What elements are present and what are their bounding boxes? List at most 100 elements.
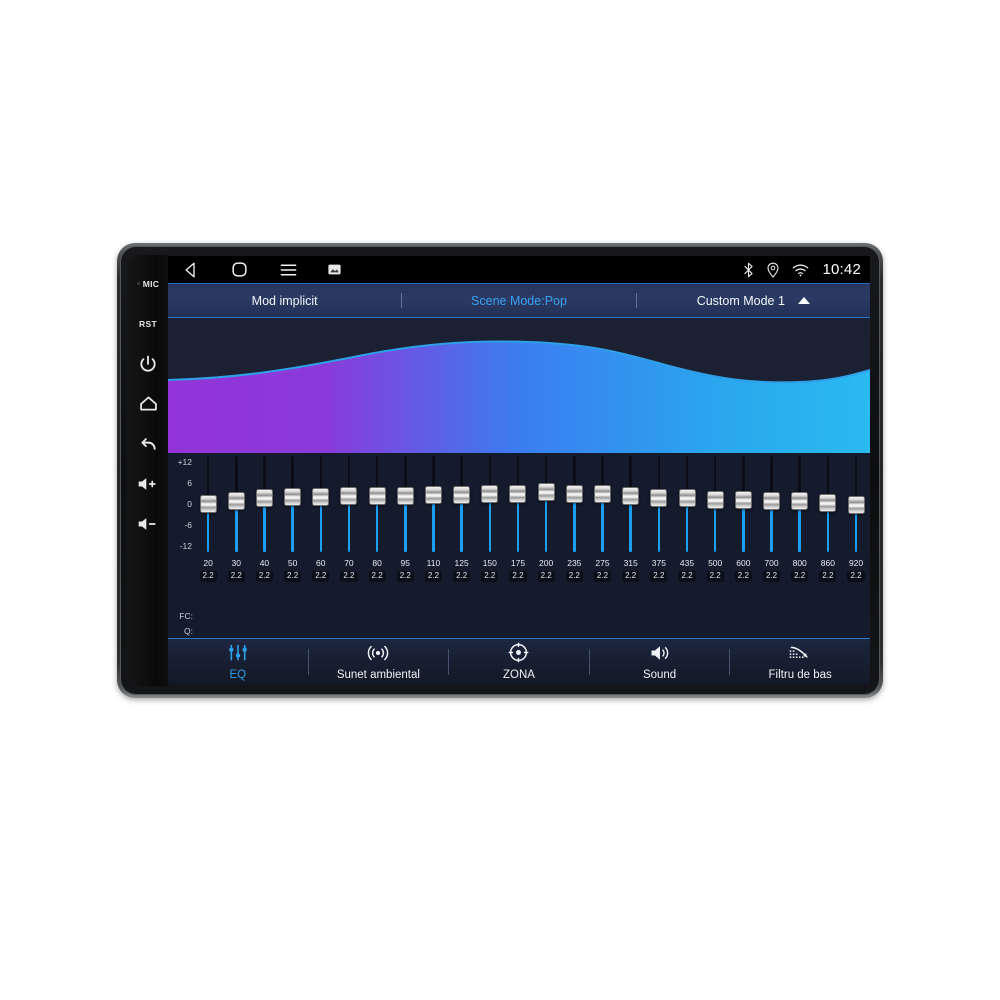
tab-sunet-ambiental[interactable]: Sunet ambiental bbox=[309, 639, 449, 685]
slider-thumb[interactable] bbox=[537, 483, 555, 502]
band-slider[interactable] bbox=[701, 453, 729, 555]
equalizer-band[interactable]: 30 2.2 bbox=[222, 453, 250, 638]
slider-thumb[interactable] bbox=[340, 487, 358, 506]
slider-thumb[interactable] bbox=[424, 485, 442, 504]
equalizer-band[interactable]: 800 2.2 bbox=[786, 453, 814, 638]
band-q-value[interactable]: 2.2 bbox=[255, 570, 273, 582]
band-q-value[interactable]: 2.2 bbox=[509, 570, 527, 582]
band-slider[interactable] bbox=[307, 453, 335, 555]
power-key[interactable] bbox=[128, 345, 168, 382]
equalizer-band[interactable]: 95 2.2 bbox=[391, 453, 419, 638]
custom-mode-button[interactable]: Custom Mode 1 bbox=[637, 294, 870, 308]
equalizer-band[interactable]: 860 2.2 bbox=[814, 453, 842, 638]
band-q-value[interactable]: 2.2 bbox=[424, 570, 443, 582]
band-slider[interactable] bbox=[729, 453, 757, 555]
band-q-value[interactable]: 2.2 bbox=[199, 570, 217, 582]
slider-thumb[interactable] bbox=[847, 496, 865, 515]
slider-thumb[interactable] bbox=[312, 488, 330, 506]
equalizer-band[interactable]: 80 2.2 bbox=[363, 453, 391, 638]
band-q-value[interactable]: 2.2 bbox=[453, 570, 471, 582]
band-q-value[interactable]: 2.2 bbox=[678, 570, 696, 582]
equalizer-band[interactable]: 110 2.2 bbox=[419, 453, 447, 638]
band-q-value[interactable]: 2.2 bbox=[312, 570, 330, 582]
slider-thumb[interactable] bbox=[565, 484, 583, 503]
band-slider[interactable] bbox=[673, 453, 701, 555]
band-slider[interactable] bbox=[560, 453, 588, 555]
slider-thumb[interactable] bbox=[509, 484, 527, 503]
band-slider[interactable] bbox=[448, 453, 476, 555]
equalizer-band[interactable]: 40 2.2 bbox=[250, 453, 278, 638]
slider-thumb[interactable] bbox=[763, 491, 781, 510]
band-slider[interactable] bbox=[842, 453, 870, 555]
band-slider[interactable] bbox=[476, 453, 504, 555]
band-slider[interactable] bbox=[814, 453, 842, 555]
band-q-value[interactable]: 2.2 bbox=[650, 570, 668, 582]
back-key[interactable] bbox=[128, 425, 168, 462]
back-icon[interactable] bbox=[182, 261, 200, 279]
band-slider[interactable] bbox=[419, 453, 447, 555]
band-q-value[interactable]: 2.2 bbox=[593, 570, 612, 582]
home-key[interactable] bbox=[128, 385, 168, 422]
band-slider[interactable] bbox=[222, 453, 250, 555]
slider-thumb[interactable] bbox=[622, 487, 640, 506]
slider-thumb[interactable] bbox=[199, 495, 217, 513]
tab-zona[interactable]: ZONA bbox=[449, 639, 589, 685]
band-q-value[interactable]: 2.2 bbox=[227, 570, 245, 582]
tab-eq[interactable]: EQ bbox=[168, 639, 308, 685]
equalizer-band[interactable]: 200 2.2 bbox=[532, 453, 560, 638]
equalizer-band[interactable]: 600 2.2 bbox=[729, 453, 757, 638]
band-slider[interactable] bbox=[279, 453, 307, 555]
band-slider[interactable] bbox=[250, 453, 278, 555]
band-q-value[interactable]: 2.2 bbox=[284, 570, 302, 582]
reset-key[interactable]: RST bbox=[128, 305, 168, 342]
equalizer-band[interactable]: 235 2.2 bbox=[560, 453, 588, 638]
slider-thumb[interactable] bbox=[453, 485, 471, 504]
tab-filtru-de-bas[interactable]: Filtru de bas bbox=[730, 639, 870, 685]
tab-sound[interactable]: Sound bbox=[590, 639, 730, 685]
band-slider[interactable] bbox=[757, 453, 785, 555]
equalizer-band[interactable]: 315 2.2 bbox=[617, 453, 645, 638]
band-q-value[interactable]: 2.2 bbox=[481, 570, 499, 582]
equalizer-band[interactable]: 435 2.2 bbox=[673, 453, 701, 638]
equalizer-band[interactable]: 175 2.2 bbox=[504, 453, 532, 638]
band-q-value[interactable]: 2.2 bbox=[565, 570, 583, 582]
equalizer-band[interactable]: 70 2.2 bbox=[335, 453, 363, 638]
slider-thumb[interactable] bbox=[396, 487, 414, 506]
slider-thumb[interactable] bbox=[734, 490, 752, 509]
slider-thumb[interactable] bbox=[255, 489, 273, 508]
slider-thumb[interactable] bbox=[678, 489, 696, 508]
band-slider[interactable] bbox=[786, 453, 814, 555]
triangle-up-icon[interactable] bbox=[797, 297, 810, 304]
equalizer-band[interactable]: 150 2.2 bbox=[476, 453, 504, 638]
band-q-value[interactable]: 2.2 bbox=[734, 570, 752, 582]
band-slider[interactable] bbox=[504, 453, 532, 555]
scene-mode-button[interactable]: Scene Mode:Pop bbox=[402, 294, 635, 308]
equalizer-band[interactable]: 920 2.2 bbox=[842, 453, 870, 638]
slider-thumb[interactable] bbox=[227, 491, 245, 510]
band-slider[interactable] bbox=[363, 453, 391, 555]
band-slider[interactable] bbox=[194, 453, 222, 555]
equalizer-band[interactable]: 20 2.2 bbox=[194, 453, 222, 638]
band-q-value[interactable]: 2.2 bbox=[762, 570, 781, 582]
menu-icon[interactable] bbox=[279, 262, 298, 278]
band-q-value[interactable]: 2.2 bbox=[340, 570, 358, 582]
equalizer-band[interactable]: 50 2.2 bbox=[279, 453, 307, 638]
equalizer-band[interactable]: 375 2.2 bbox=[645, 453, 673, 638]
slider-thumb[interactable] bbox=[368, 486, 386, 505]
band-slider[interactable] bbox=[645, 453, 673, 555]
band-q-value[interactable]: 2.2 bbox=[847, 570, 865, 582]
equalizer-band[interactable]: 700 2.2 bbox=[757, 453, 785, 638]
slider-thumb[interactable] bbox=[791, 491, 809, 510]
band-q-value[interactable]: 2.2 bbox=[622, 570, 640, 582]
band-q-value[interactable]: 2.2 bbox=[819, 570, 837, 582]
equalizer-band[interactable]: 275 2.2 bbox=[588, 453, 616, 638]
default-mode-button[interactable]: Mod implicit bbox=[168, 294, 401, 308]
volume-down-key[interactable] bbox=[128, 505, 168, 542]
screenshot-icon[interactable] bbox=[328, 264, 341, 275]
band-slider[interactable] bbox=[588, 453, 616, 555]
slider-thumb[interactable] bbox=[481, 484, 499, 503]
equalizer-band[interactable]: 60 2.2 bbox=[307, 453, 335, 638]
slider-thumb[interactable] bbox=[284, 488, 302, 506]
slider-thumb[interactable] bbox=[593, 485, 611, 504]
band-slider[interactable] bbox=[335, 453, 363, 555]
